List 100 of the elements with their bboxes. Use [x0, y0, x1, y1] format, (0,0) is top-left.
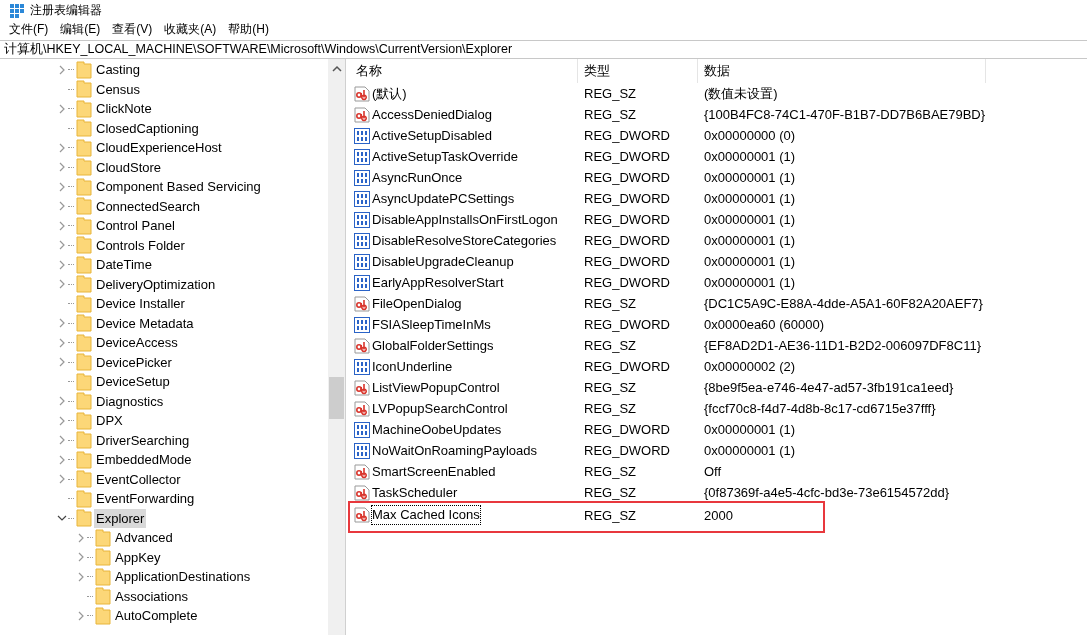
- chevron-right-icon[interactable]: [76, 552, 86, 563]
- value-type: REG_DWORD: [583, 315, 671, 334]
- chevron-right-icon[interactable]: [76, 571, 86, 582]
- tree-item[interactable]: ClickNote: [94, 99, 154, 119]
- menu-item[interactable]: 收藏夹(A): [158, 19, 223, 39]
- tree-item[interactable]: Census: [94, 79, 143, 99]
- tree-item[interactable]: CloudExperienceHost: [94, 138, 224, 158]
- tree-item[interactable]: EventCollector: [94, 469, 183, 489]
- value-name[interactable]: DisableAppInstallsOnFirstLogon: [372, 210, 558, 229]
- window-title: 注册表编辑器: [30, 2, 102, 18]
- value-name[interactable]: GlobalFolderSettings: [372, 336, 494, 355]
- value-name[interactable]: (默认): [372, 84, 407, 103]
- tree-item[interactable]: AutoComplete: [113, 606, 200, 626]
- value-name[interactable]: Max Cached Icons: [372, 506, 480, 524]
- value-type: REG_SZ: [583, 336, 637, 355]
- value-name[interactable]: AccessDeniedDialog: [372, 105, 492, 124]
- folder-icon: [76, 80, 92, 99]
- value-name[interactable]: ActiveSetupDisabled: [372, 126, 492, 145]
- tree-item[interactable]: Associations: [113, 586, 190, 606]
- value-name[interactable]: FSIASleepTimeInMs: [372, 315, 491, 334]
- chevron-right-icon[interactable]: [57, 181, 67, 192]
- chevron-right-icon[interactable]: [57, 103, 67, 114]
- chevron-right-icon[interactable]: [76, 532, 86, 543]
- value-type: REG_DWORD: [583, 441, 671, 460]
- chevron-right-icon[interactable]: [57, 64, 67, 75]
- chevron-right-icon[interactable]: [57, 279, 67, 290]
- chevron-right-icon[interactable]: [57, 396, 67, 407]
- value-name[interactable]: FileOpenDialog: [372, 294, 462, 313]
- value-name[interactable]: LVPopupSearchControl: [372, 399, 508, 418]
- tree-item[interactable]: AppKey: [113, 547, 163, 567]
- menu-item[interactable]: 文件(F): [3, 19, 55, 39]
- column-header[interactable]: 类型: [578, 59, 698, 83]
- tree-item[interactable]: ConnectedSearch: [94, 196, 203, 216]
- chevron-right-icon[interactable]: [57, 220, 67, 231]
- chevron-right-icon[interactable]: [57, 259, 67, 270]
- folder-icon: [76, 275, 92, 294]
- tree-item[interactable]: ApplicationDestinations: [113, 567, 253, 587]
- chevron-right-icon[interactable]: [76, 610, 86, 621]
- address-bar[interactable]: 计算机\HKEY_LOCAL_MACHINE\SOFTWARE\Microsoft\Windows\CurrentVersion\Explorer: [0, 40, 1087, 59]
- chevron-right-icon[interactable]: [57, 435, 67, 446]
- chevron-right-icon[interactable]: [57, 357, 67, 368]
- menu-item[interactable]: 帮助(H): [222, 19, 275, 39]
- value-data: 0x00000001 (1): [703, 147, 797, 166]
- folder-icon: [95, 587, 111, 606]
- tree-item[interactable]: DeviceSetup: [94, 372, 172, 392]
- chevron-right-icon[interactable]: [57, 337, 67, 348]
- chevron-right-icon[interactable]: [57, 162, 67, 173]
- value-name[interactable]: DisableResolveStoreCategories: [372, 231, 557, 250]
- value-name[interactable]: ListViewPopupControl: [372, 378, 500, 397]
- menu-item[interactable]: 查看(V): [106, 19, 159, 39]
- tree-item[interactable]: Diagnostics: [94, 391, 166, 411]
- value-name[interactable]: AsyncRunOnce: [372, 168, 463, 187]
- folder-icon: [76, 158, 92, 177]
- tree-item[interactable]: Controls Folder: [94, 235, 187, 255]
- chevron-right-icon[interactable]: [57, 415, 67, 426]
- tree-item[interactable]: DateTime: [94, 255, 154, 275]
- tree-item[interactable]: Casting: [94, 60, 143, 80]
- value-name[interactable]: DisableUpgradeCleanup: [372, 252, 514, 271]
- value-data: {0f87369f-a4e5-4cfc-bd3e-73e6154572dd}: [703, 483, 951, 502]
- tree-item[interactable]: Advanced: [113, 528, 175, 548]
- tree-item[interactable]: EmbeddedMode: [94, 450, 194, 470]
- tree-item[interactable]: EventForwarding: [94, 489, 197, 509]
- tree-item[interactable]: Explorer: [94, 508, 147, 528]
- value-data: Off: [703, 462, 723, 481]
- chevron-right-icon[interactable]: [57, 318, 67, 329]
- tree-item[interactable]: DriverSearching: [94, 430, 192, 450]
- chevron-right-icon[interactable]: [57, 142, 67, 153]
- value-name[interactable]: SmartScreenEnabled: [372, 462, 496, 481]
- value-data: 0x00000001 (1): [703, 441, 797, 460]
- column-header[interactable]: 数据: [698, 59, 986, 83]
- tree-item[interactable]: Component Based Servicing: [94, 177, 263, 197]
- tree-item[interactable]: DPX: [94, 411, 125, 431]
- value-name[interactable]: NoWaitOnRoamingPayloads: [372, 441, 537, 460]
- tree-item[interactable]: Control Panel: [94, 216, 177, 236]
- column-header[interactable]: 名称: [350, 59, 578, 83]
- tree-item[interactable]: DeviceAccess: [94, 333, 180, 353]
- tree-item[interactable]: CloudStore: [94, 157, 164, 177]
- value-data: {EF8AD2D1-AE36-11D1-B2D2-006097DF8C11}: [703, 336, 982, 355]
- tree-item[interactable]: DeliveryOptimization: [94, 274, 218, 294]
- value-name[interactable]: MachineOobeUpdates: [372, 420, 502, 439]
- scrollbar[interactable]: [328, 59, 345, 635]
- menu-item[interactable]: 编辑(E): [54, 19, 107, 39]
- chevron-right-icon[interactable]: [57, 454, 67, 465]
- chevron-right-icon[interactable]: [57, 201, 67, 212]
- value-type: REG_DWORD: [583, 168, 671, 187]
- value-name[interactable]: IconUnderline: [372, 357, 453, 376]
- value-data: 0x00000001 (1): [703, 231, 797, 250]
- chevron-right-icon[interactable]: [57, 240, 67, 251]
- chevron-right-icon[interactable]: [57, 474, 67, 485]
- tree-item[interactable]: ClosedCaptioning: [94, 118, 201, 138]
- value-name[interactable]: TaskScheduler: [372, 483, 458, 502]
- value-name[interactable]: ActiveSetupTaskOverride: [372, 147, 518, 166]
- tree-item[interactable]: Device Metadata: [94, 313, 196, 333]
- value-data: 0x00000001 (1): [703, 189, 797, 208]
- tree-item[interactable]: Device Installer: [94, 294, 187, 314]
- value-type: REG_DWORD: [583, 252, 671, 271]
- value-name[interactable]: EarlyAppResolverStart: [372, 273, 504, 292]
- tree-item[interactable]: DevicePicker: [94, 352, 174, 372]
- scrollbar-thumb[interactable]: [329, 377, 344, 419]
- value-name[interactable]: AsyncUpdatePCSettings: [372, 189, 515, 208]
